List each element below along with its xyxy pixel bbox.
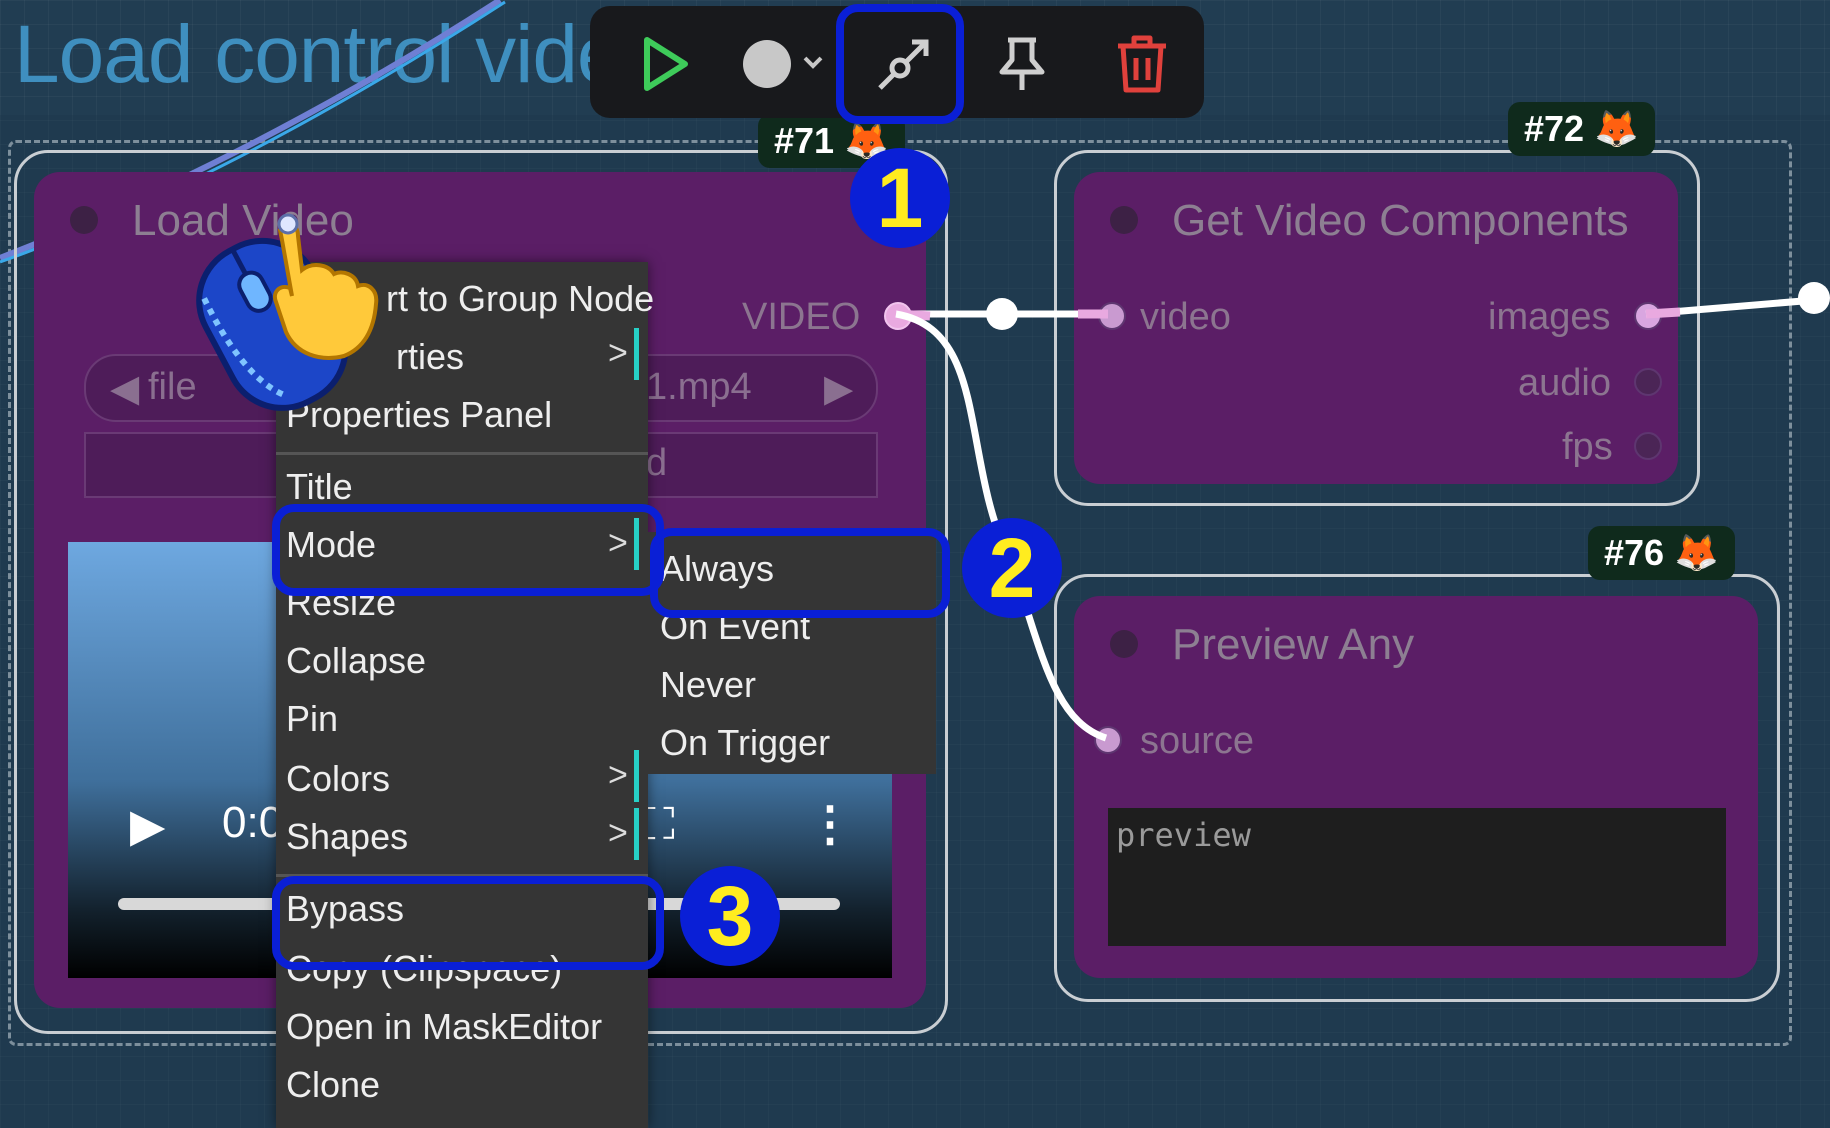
- link-endpoint[interactable]: [1798, 282, 1830, 314]
- badge-label: #72: [1524, 108, 1585, 149]
- menu-separator: [276, 452, 648, 455]
- fox-icon: 🦊: [1674, 532, 1719, 573]
- step-marker-3: 3: [680, 866, 780, 966]
- menu-item-colors[interactable]: Colors: [286, 758, 390, 800]
- pointing-hand-icon: [273, 213, 379, 360]
- run-icon: [644, 37, 688, 91]
- highlight-bypass-button: [836, 4, 964, 124]
- badge-label: #71: [774, 120, 835, 161]
- submenu-indicator: [634, 808, 639, 860]
- mode-option-on-trigger[interactable]: On Trigger: [660, 722, 830, 764]
- run-button[interactable]: [624, 24, 704, 104]
- submenu-arrow: >: [608, 756, 628, 794]
- node-id-badge: #72 🦊: [1508, 102, 1655, 156]
- menu-item-shapes[interactable]: Shapes: [286, 816, 408, 858]
- menu-item-properties[interactable]: rties: [396, 336, 464, 378]
- menu-item-pin[interactable]: Pin: [286, 698, 338, 740]
- submenu-indicator: [634, 750, 639, 802]
- highlight-mode-item: [272, 504, 664, 596]
- highlight-always-option: [650, 528, 950, 618]
- delete-icon: [1118, 35, 1166, 93]
- highlight-bypass-item: [272, 876, 664, 970]
- badge-label: #76: [1604, 532, 1665, 573]
- link-midpoint[interactable]: [986, 298, 1018, 330]
- color-picker-button[interactable]: [734, 24, 844, 104]
- delete-button[interactable]: [1102, 24, 1182, 104]
- mode-option-never[interactable]: Never: [660, 664, 756, 706]
- menu-item-convert-group[interactable]: rt to Group Node: [386, 278, 654, 320]
- right-click-mouse-icon: [196, 213, 379, 411]
- pin-button[interactable]: [982, 24, 1062, 104]
- chevron-down-icon: [803, 56, 823, 69]
- submenu-arrow: >: [608, 334, 628, 372]
- menu-item-open-maskeditor[interactable]: Open in MaskEditor: [286, 1006, 602, 1048]
- submenu-indicator: [634, 328, 639, 380]
- fox-icon: 🦊: [1594, 108, 1639, 149]
- pin-icon: [999, 37, 1045, 90]
- step-marker-1: 1: [850, 148, 950, 248]
- node-id-badge: #76 🦊: [1588, 526, 1735, 580]
- color-icon: [743, 40, 823, 88]
- submenu-arrow: >: [608, 814, 628, 852]
- step-marker-2: 2: [962, 518, 1062, 618]
- menu-item-clone[interactable]: Clone: [286, 1064, 380, 1106]
- menu-item-collapse[interactable]: Collapse: [286, 640, 426, 682]
- menu-item-title[interactable]: Title: [286, 466, 353, 508]
